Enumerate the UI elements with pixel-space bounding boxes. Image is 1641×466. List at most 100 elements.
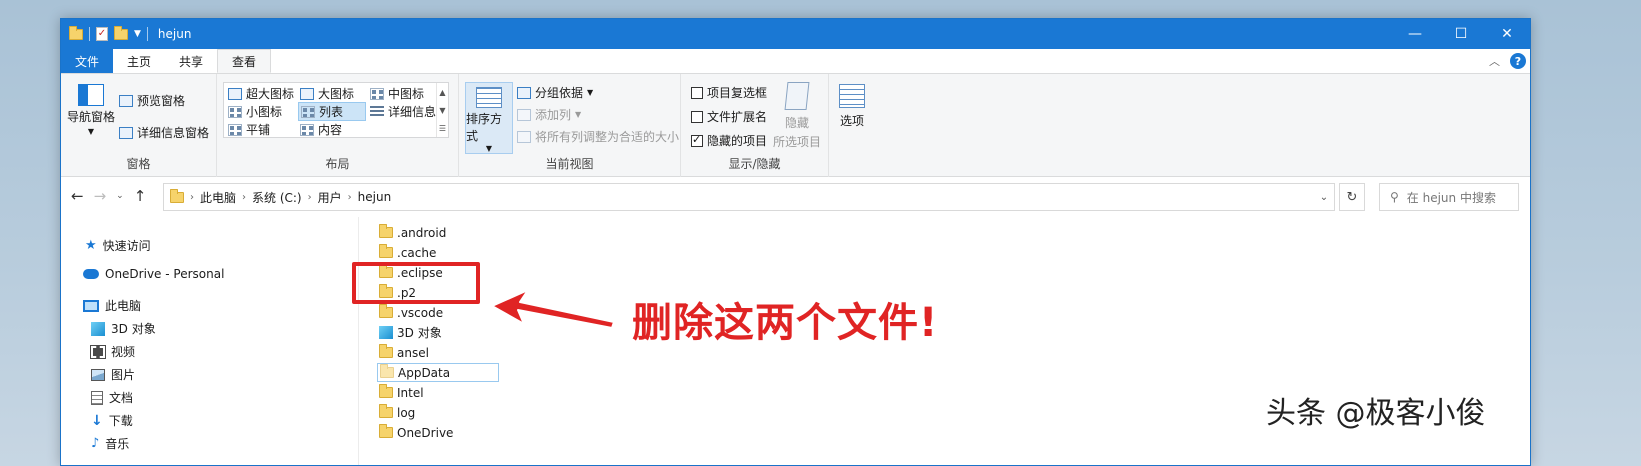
chevron-down-icon[interactable]: ▼ [439,106,445,115]
nav-item-label: 音乐 [105,437,130,451]
layout-gallery-scroll[interactable]: ▲ ▼ ☰ [436,83,448,137]
file-extensions-toggle[interactable]: 文件扩展名 [691,108,767,125]
breadcrumb-separator-icon[interactable]: › [308,192,312,203]
close-button[interactable]: ✕ [1484,19,1530,49]
hidden-items-checkbox[interactable] [691,133,703,147]
group-by-button[interactable]: 分组依据 ▼ [517,84,593,101]
breadcrumb-separator-icon[interactable]: › [242,192,246,203]
layout-label: 小图标 [246,105,283,119]
nav-item-documents[interactable]: 文档 [91,389,133,406]
layout-extra-large-icons[interactable]: 超大图标 [228,85,294,102]
file-row-eclipse[interactable]: .eclipse [377,263,445,282]
preview-pane-icon [119,94,133,107]
item-checkboxes-checkbox[interactable] [691,86,703,99]
expand-gallery-icon[interactable]: ☰ [439,124,446,133]
sort-by-button[interactable]: 排序方式 ▼ [465,82,513,154]
tab-share[interactable]: 共享 [165,49,217,73]
file-row-intel[interactable]: Intel [377,383,426,402]
nav-item-label: 下载 [108,414,133,428]
chevron-up-icon[interactable]: ▲ [439,88,445,97]
breadcrumb-separator-icon[interactable]: › [348,192,352,203]
back-arrow-icon[interactable]: ← [71,187,84,205]
file-row-cache[interactable]: .cache [377,243,438,262]
nav-item-onedrive[interactable]: OneDrive - Personal [83,267,224,281]
recent-locations-icon[interactable]: ⌄ [116,191,124,201]
tab-view[interactable]: 查看 [217,49,272,73]
layout-label: 超大图标 [246,87,295,101]
nav-item-quick-access[interactable]: ★ 快速访问 [85,237,151,254]
file-row-android[interactable]: .android [377,223,448,242]
refresh-button[interactable]: ↻ [1339,183,1365,211]
file-name: .eclipse [397,265,443,280]
details-pane-button[interactable]: 详细信息窗格 [119,124,209,141]
current-view-group: 排序方式 ▼ 分组依据 ▼ 添加列 ▼ 将所有列调整为合适的大小 当前视图 [459,74,681,178]
panes-group: 导航窗格 ▼ 预览窗格 详细信息窗格 窗格 [61,74,217,178]
annotation-text: 删除这两个文件! [632,300,939,346]
extra-large-icons-icon [228,87,242,100]
file-row-vscode[interactable]: .vscode [377,303,445,322]
layout-medium-icons[interactable]: 中图标 [370,85,424,102]
item-checkboxes-toggle[interactable]: 项目复选框 [691,84,767,101]
layout-details[interactable]: 详细信息 [370,103,436,120]
address-field[interactable]: › 此电脑 › 系统 (C:) › 用户 › hejun ⌄ [163,183,1335,211]
layout-small-icons[interactable]: 小图标 [228,103,282,120]
customize-toolbar-icon[interactable]: ▼ [134,29,141,39]
file-row-3d-objects[interactable]: 3D 对象 [377,323,444,342]
maximize-button[interactable]: ☐ [1438,19,1484,49]
fit-columns-button[interactable]: 将所有列调整为合适的大小 [517,128,679,145]
breadcrumb-system-drive[interactable]: 系统 (C:) [252,189,302,206]
nav-item-label: 图片 [111,368,136,382]
small-icons-icon [228,105,242,118]
layout-large-icons[interactable]: 大图标 [300,85,354,102]
file-name: log [397,405,416,420]
nav-item-label: 文档 [109,391,134,405]
file-row-ansel[interactable]: ansel [377,343,431,362]
breadcrumb-hejun[interactable]: hejun [358,190,392,204]
hidden-items-toggle[interactable]: 隐藏的项目 [691,132,767,149]
nav-item-pictures[interactable]: 图片 [91,366,135,383]
add-columns-button[interactable]: 添加列 ▼ [517,106,581,123]
nav-item-downloads[interactable]: ↓ 下载 [91,412,133,429]
breadcrumb-separator-icon[interactable]: › [190,192,194,203]
layout-label: 平铺 [246,123,271,137]
tab-file[interactable]: 文件 [61,49,113,73]
breadcrumb-users[interactable]: 用户 [318,189,342,206]
chevron-down-icon[interactable]: ⌄ [1314,192,1334,203]
nav-item-3d-objects[interactable]: 3D 对象 [91,320,156,337]
layout-tiles[interactable]: 平铺 [228,121,270,138]
tab-home[interactable]: 主页 [113,49,165,73]
file-row-log[interactable]: log [377,403,417,422]
up-arrow-icon[interactable]: ↑ [134,187,147,205]
minimize-button[interactable]: — [1392,19,1438,49]
new-folder-icon[interactable] [114,25,128,40]
properties-icon[interactable]: ✓ [96,27,108,41]
window-title: hejun [157,27,192,41]
add-columns-label: 添加列 [535,108,572,122]
search-input[interactable]: ⚲ 在 hejun 中搜索 [1379,183,1519,211]
hide-selected-button[interactable]: 隐藏 所选项目 [773,82,821,150]
ribbon-tabs: 文件 主页 共享 查看 ︿ ? [61,49,1530,73]
file-extensions-checkbox[interactable] [691,110,703,123]
details-icon [370,105,384,118]
nav-item-this-pc[interactable]: 此电脑 [83,297,141,314]
navigation-pane-button[interactable]: 导航窗格 ▼ [67,84,115,136]
forward-arrow-icon[interactable]: → [94,187,107,205]
layout-list[interactable]: 列表 [298,102,366,121]
folder-icon [379,244,393,258]
nav-item-videos[interactable]: 视频 [90,343,136,360]
breadcrumb-this-pc[interactable]: 此电脑 [200,189,236,206]
preview-pane-button[interactable]: 预览窗格 [119,92,185,109]
collapse-ribbon-icon[interactable]: ︿ [1489,53,1500,69]
options-button[interactable]: 选项 [839,84,865,129]
folder-icon [379,264,393,278]
nav-item-label: 视频 [111,345,136,359]
nav-item-music[interactable]: ♪ 音乐 [91,435,129,452]
file-row-appdata[interactable]: AppData [377,363,499,382]
file-row-p2[interactable]: .p2 [377,283,418,302]
folder-icon [379,404,393,418]
layout-content[interactable]: 内容 [300,121,342,138]
help-icon[interactable]: ? [1510,53,1526,69]
file-name: .p2 [397,285,417,300]
file-row-onedrive[interactable]: OneDrive [377,423,455,442]
nav-item-label: 3D 对象 [111,322,156,336]
